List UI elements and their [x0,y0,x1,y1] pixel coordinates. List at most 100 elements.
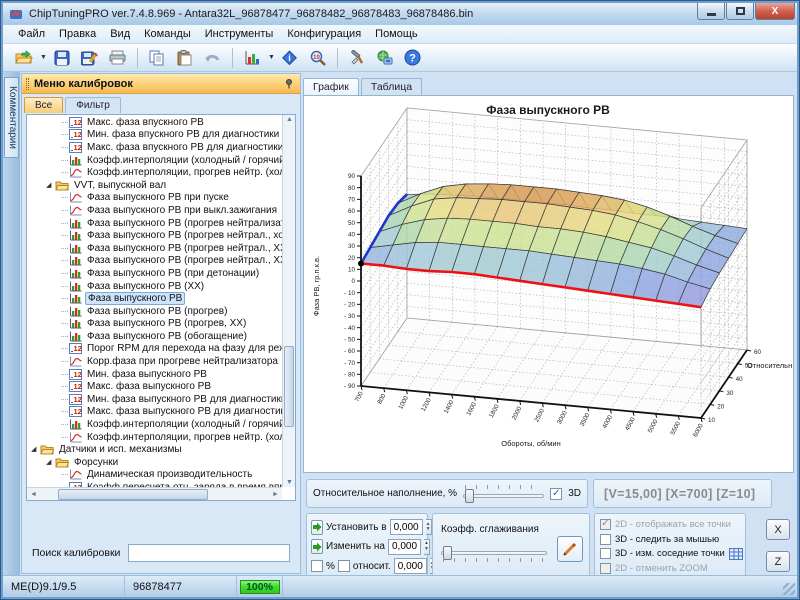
close-button[interactable]: X [755,3,795,20]
tree-item[interactable]: Фаза выпускного РВ (прогрев нейтрал., хо… [27,229,282,242]
tree-item[interactable]: Корр.фаза при прогреве нейтрализатора [27,355,282,368]
percent-checkbox[interactable] [311,560,323,572]
apply-set-button[interactable] [311,520,323,535]
tree-item[interactable]: 12Мин. фаза выпускного РВ для диагностик… [27,393,282,406]
tree-vertical-scrollbar[interactable]: ▲ ▼ [282,115,295,487]
tree-item[interactable]: 12Макс. фаза выпускного РВ для диагности… [27,406,282,419]
scroll-left-icon[interactable]: ◄ [27,491,40,498]
tree-item[interactable]: Фаза выпускного РВ (прогрев нейтрализато… [27,217,282,230]
pin-icon[interactable] [284,78,295,89]
display-option[interactable]: ✓2D - отображать все точки [600,517,740,531]
x-axis-button[interactable]: X [766,519,790,540]
calibration-panel-header[interactable]: Меню калибровок [22,74,300,94]
fill-slider[interactable] [463,485,544,503]
menu-item[interactable]: Команды [137,26,198,42]
relative-checkbox[interactable] [338,560,350,572]
zoom-10-icon[interactable]: 10 [305,46,331,70]
relative-input[interactable]: 0,000 [394,558,427,574]
set-to-input[interactable]: 0,000 [390,519,423,535]
menu-item[interactable]: Правка [52,26,103,42]
resize-grip[interactable] [783,583,795,595]
tree-item[interactable]: Фаза выпускного РВ [27,292,282,305]
print-icon[interactable] [105,46,131,70]
chart-dropdown-icon[interactable]: ▼ [268,54,275,61]
tree-item[interactable]: Фаза выпускного РВ (обогащение) [27,330,282,343]
help-icon[interactable]: ? [400,46,426,70]
tree-item[interactable]: Фаза выпускного РВ (прогрев нейтрал., ХХ… [27,255,282,268]
expander-icon[interactable]: ◢ [31,446,40,453]
scroll-up-icon[interactable]: ▲ [283,116,296,123]
menu-item[interactable]: Вид [103,26,137,42]
set-to-spinner[interactable]: ▲▼ [426,519,432,535]
vertical-scroll-thumb[interactable] [284,346,294,428]
tree-item[interactable]: Фаза выпускного РВ (прогрев нейтрал., ХХ… [27,242,282,255]
smoothing-slider[interactable] [441,542,547,560]
apply-smoothing-button[interactable] [557,536,583,562]
scroll-down-icon[interactable]: ▼ [283,479,296,486]
save-as-icon[interactable] [77,46,103,70]
tree-item[interactable]: Коэфф.интерполяции, прогрев нейтр. (холо… [27,431,282,444]
paste-icon[interactable] [172,46,198,70]
minimize-button[interactable] [697,3,725,20]
open-dropdown-icon[interactable]: ▼ [40,54,47,61]
tree-item[interactable]: Фаза выпускного РВ (при детонации) [27,267,282,280]
search-input[interactable] [128,544,290,562]
tree-folder[interactable]: ◢Датчики и исп. механизмы [27,443,282,456]
tree-item[interactable]: 12Макс. фаза впускного РВ для диагностик… [27,141,282,154]
slider-track[interactable] [463,494,544,498]
tree-item[interactable]: Коэфф.интерполяции (холодный / горячий ) [27,418,282,431]
tab-фильтр[interactable]: Фильтр [65,97,121,113]
horizontal-scroll-thumb[interactable] [58,489,208,500]
tree-item[interactable]: 12Мин. фаза выпускного РВ [27,368,282,381]
expander-icon[interactable]: ◢ [46,459,55,466]
titlebar[interactable]: ChipTuningPRO ver.7.4.8.969 - Antara32L_… [3,3,797,25]
tab-все[interactable]: Все [24,97,63,113]
z-axis-button[interactable]: Z [766,551,790,572]
display-option[interactable]: 2D - отменить ZOOM [600,562,740,576]
tree-item[interactable]: 12Порог RPM для перехода на фазу для реж… [27,343,282,356]
surface-chart[interactable]: - 90- 80- 70- 60- 50- 40- 30- 20- 100102… [304,96,792,472]
tree-folder[interactable]: ◢VVT, выпускной вал [27,179,282,192]
grid-icon[interactable] [729,548,743,560]
scroll-right-icon[interactable]: ► [269,491,282,498]
tree-item[interactable]: Динамическая производительность [27,469,282,482]
expander-icon[interactable]: ◢ [46,182,55,189]
option-checkbox[interactable] [600,534,611,545]
display-option[interactable]: 3D - изм. соседние точки [600,547,740,561]
smoothing-track[interactable] [441,551,547,555]
tree-item[interactable]: Фаза выпускного РВ при пуске [27,192,282,205]
maximize-button[interactable] [726,3,754,20]
chart-icon[interactable] [239,46,265,70]
tab-таблица[interactable]: Таблица [361,78,422,95]
save-icon[interactable] [49,46,75,70]
network-icon[interactable] [372,46,398,70]
tree-item[interactable]: Фаза выпускного РВ при выкл.зажигания [27,204,282,217]
option-checkbox[interactable] [600,563,611,574]
menu-item[interactable]: Конфигурация [280,26,368,42]
tree-item[interactable]: 12Макс. фаза впускного РВ [27,116,282,129]
menu-item[interactable]: Файл [11,26,52,42]
menu-item[interactable]: Помощь [368,26,425,42]
copy-icon[interactable] [144,46,170,70]
tree-folder[interactable]: ◢Форсунки [27,456,282,469]
tools-icon[interactable] [344,46,370,70]
change-by-input[interactable]: 0,000 [388,539,421,555]
tree-horizontal-scrollbar[interactable]: ◄ ► [27,487,282,500]
tab-график[interactable]: График [303,78,359,95]
tree-item[interactable]: Фаза выпускного РВ (ХХ) [27,280,282,293]
menu-item[interactable]: Инструменты [198,26,281,42]
open-icon[interactable] [11,46,37,70]
info-icon[interactable]: i [277,46,303,70]
option-checkbox[interactable] [600,548,611,559]
tree-item[interactable]: Фаза выпускного РВ (прогрев) [27,305,282,318]
slider-thumb[interactable] [465,489,474,503]
change-by-spinner[interactable]: ▲▼ [424,539,430,555]
tree-item[interactable]: 12Мин. фаза впускного РВ для диагностики [27,129,282,142]
undo-icon[interactable] [200,46,226,70]
option-checkbox[interactable]: ✓ [600,519,611,530]
apply-change-button[interactable] [311,539,323,554]
tree-item[interactable]: 12Макс. фаза выпускного РВ [27,380,282,393]
display-option[interactable]: 3D - следить за мышью [600,532,740,546]
3d-checkbox[interactable]: ✓ [550,488,562,500]
comments-vertical-tab[interactable]: Комментарии [4,77,19,158]
